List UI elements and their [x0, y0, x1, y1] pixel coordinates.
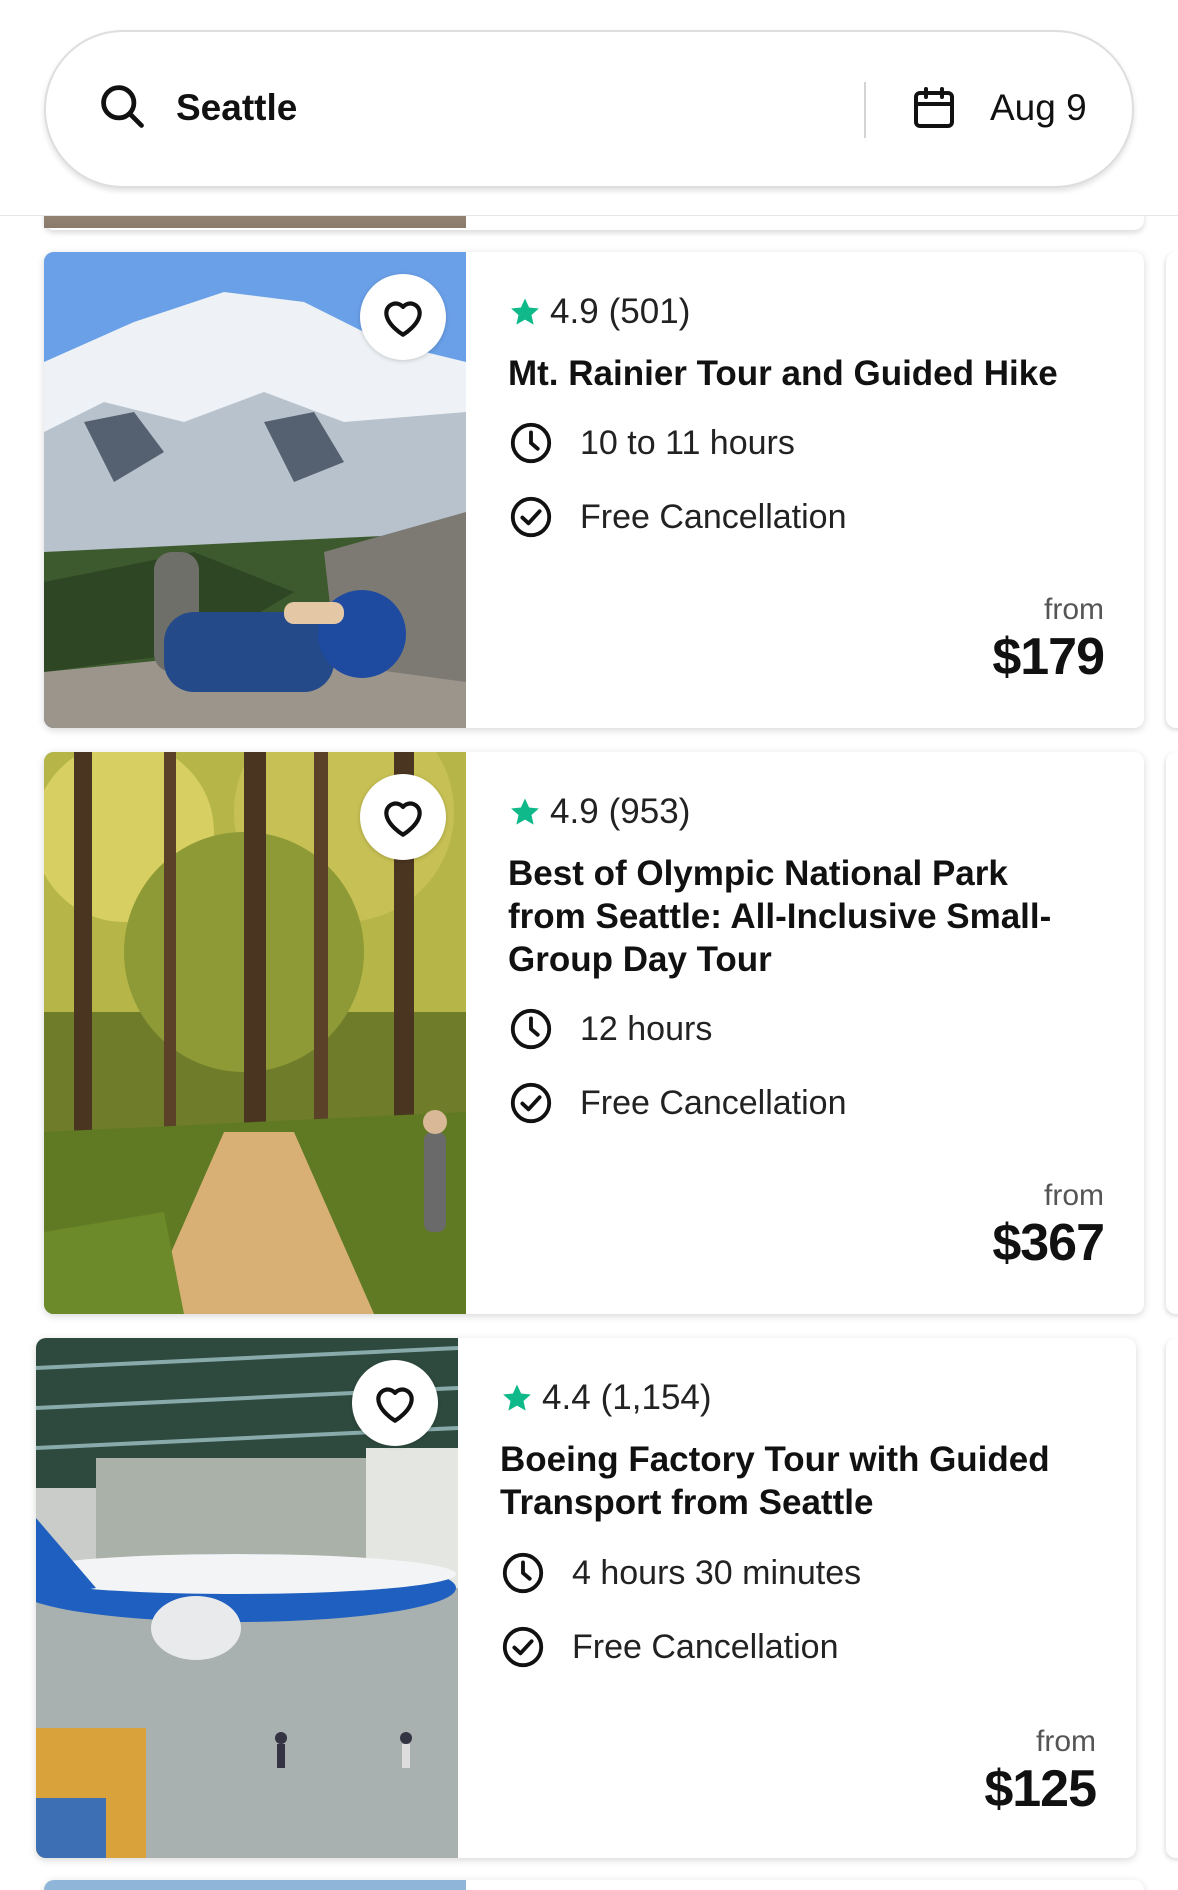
star-icon [511, 298, 539, 325]
search-bar[interactable]: Seattle Aug 9 [44, 30, 1134, 188]
review-count: (953) [608, 792, 691, 831]
check-circle-icon [502, 1626, 544, 1668]
from-label: from [1044, 1179, 1104, 1212]
rating-row: 4.9 (953) [508, 790, 690, 834]
next-column-card-peek[interactable] [1166, 752, 1178, 1314]
heart-icon [384, 801, 422, 837]
rating-row: 4.4 (1,154) [500, 1376, 712, 1420]
listing-card[interactable]: 4.9 (501) Mt. Rainier Tour and Guided Hi… [44, 252, 1144, 728]
favorite-button[interactable] [360, 274, 446, 360]
star-icon [503, 1384, 531, 1411]
cancellation-text: Free Cancellation [572, 1628, 839, 1666]
price: $367 [992, 1214, 1105, 1272]
favorite-button[interactable] [352, 1360, 438, 1446]
duration-row: 10 to 11 hours [508, 420, 795, 466]
listing-card[interactable]: 4.9 (953) Best of Olympic National Park … [44, 752, 1144, 1314]
price: $125 [984, 1760, 1097, 1818]
search-icon [101, 85, 144, 128]
price-block: from $367 [992, 1178, 1105, 1272]
from-label: from [1036, 1725, 1096, 1758]
listing-title[interactable]: Mt. Rainier Tour and Guided Hike [508, 352, 1088, 395]
heart-icon [376, 1387, 414, 1423]
star-icon [511, 798, 539, 825]
cancellation-row: Free Cancellation [508, 1080, 846, 1126]
price-block: from $125 [984, 1724, 1097, 1818]
rating-value: 4.9 [550, 292, 599, 331]
header: Seattle Aug 9 [0, 0, 1178, 216]
location-field[interactable]: Seattle [176, 78, 297, 138]
listing-title[interactable]: Boeing Factory Tour with Guided Transpor… [500, 1438, 1080, 1524]
clock-icon [510, 1008, 552, 1050]
rating-row: 4.9 (501) [508, 290, 690, 334]
duration-text: 12 hours [580, 1010, 713, 1048]
review-count: (1,154) [600, 1378, 712, 1417]
calendar-icon [914, 87, 954, 128]
search-divider [864, 82, 866, 138]
date-field[interactable]: Aug 9 [990, 78, 1087, 138]
cancellation-row: Free Cancellation [508, 494, 846, 540]
duration-row: 12 hours [508, 1006, 712, 1052]
clock-icon [502, 1552, 544, 1594]
listing-card[interactable]: 4.4 (1,154) Boeing Factory Tour with Gui… [36, 1338, 1136, 1858]
cancellation-row: Free Cancellation [500, 1624, 838, 1670]
next-listing-card[interactable] [44, 1880, 1144, 1890]
rating-value: 4.4 [542, 1378, 591, 1417]
next-column-card-peek[interactable] [1166, 252, 1178, 728]
check-circle-icon [510, 496, 552, 538]
cancellation-text: Free Cancellation [580, 1084, 847, 1122]
duration-text: 4 hours 30 minutes [572, 1554, 862, 1592]
heart-icon [384, 301, 422, 337]
clock-icon [510, 422, 552, 464]
price: $179 [992, 628, 1105, 686]
next-column-card-peek[interactable] [1166, 1338, 1178, 1858]
rating-value: 4.9 [550, 792, 599, 831]
next-listing-image [44, 1880, 466, 1890]
duration-text: 10 to 11 hours [580, 424, 795, 462]
review-count: (501) [608, 292, 691, 331]
from-label: from [1044, 593, 1104, 626]
favorite-button[interactable] [360, 774, 446, 860]
check-circle-icon [510, 1082, 552, 1124]
listing-title[interactable]: Best of Olympic National Park from Seatt… [508, 852, 1088, 981]
duration-row: 4 hours 30 minutes [500, 1550, 861, 1596]
cancellation-text: Free Cancellation [580, 498, 847, 536]
price-block: from $179 [992, 592, 1105, 686]
